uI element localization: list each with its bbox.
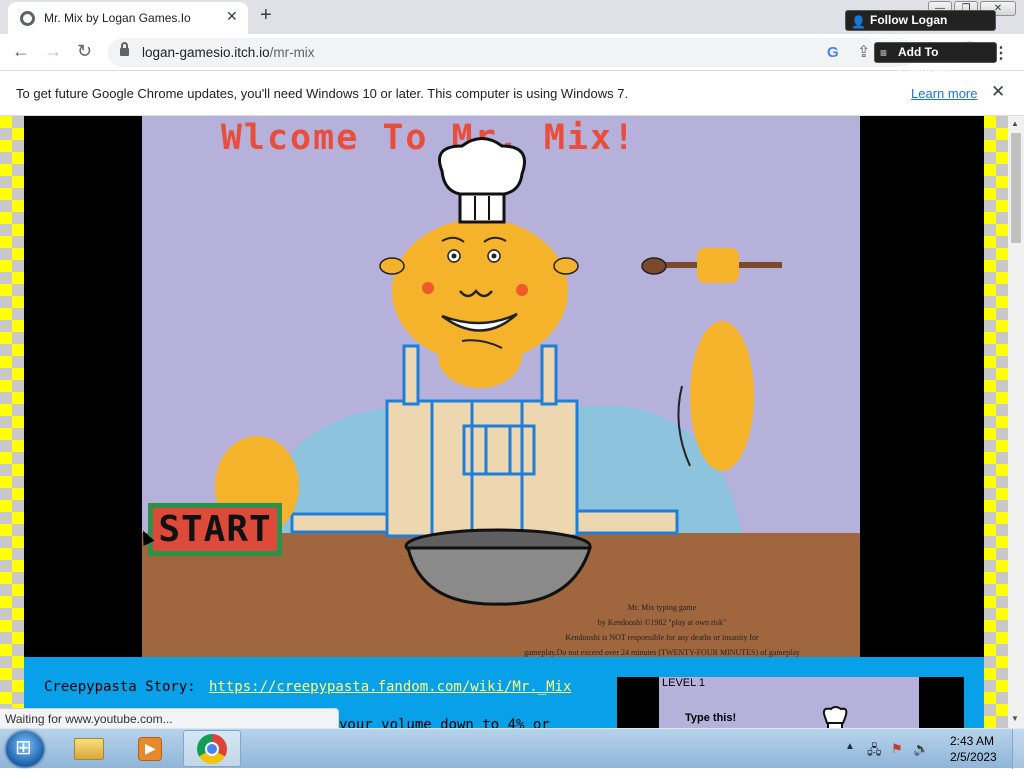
preview-canvas: LEVEL 1 Type this! bbox=[659, 677, 919, 728]
taskbar-media-player[interactable] bbox=[121, 730, 179, 767]
page-content: Wlcome To Mr. Mix! START Mr. Mix typing … bbox=[0, 116, 1008, 728]
scroll-up-arrow-icon[interactable]: ▲ bbox=[1011, 119, 1019, 128]
url-text[interactable]: logan-gamesio.itch.io/mr-mix bbox=[142, 45, 315, 60]
game-credits: Mr. Mix typing game by Kendooshi ©1982 "… bbox=[462, 600, 860, 657]
infobar-message: To get future Google Chrome updates, you… bbox=[16, 86, 629, 101]
infobar-close-icon[interactable]: ✕ bbox=[991, 82, 1005, 102]
show-desktop-button[interactable] bbox=[1012, 729, 1024, 769]
page-scrollbar[interactable]: ▲ ▼ bbox=[1008, 116, 1024, 728]
volume-icon[interactable]: 🔊 bbox=[913, 741, 929, 757]
update-infobar: To get future Google Chrome updates, you… bbox=[0, 71, 1024, 116]
clock-time[interactable]: 2:43 AM bbox=[950, 734, 994, 748]
credits-line: gameplay.Do not exceed over 24 minutes (… bbox=[524, 648, 800, 657]
back-arrow-icon[interactable]: ← bbox=[12, 41, 30, 62]
credits-line: Kendooshi is NOT responsible for any dea… bbox=[565, 633, 759, 642]
address-bar[interactable]: logan-gamesio.itch.io/mr-mix G ⇪ ☆ bbox=[108, 38, 916, 67]
credits-line: Mr. Mix typing game bbox=[627, 603, 697, 612]
game-canvas[interactable]: Wlcome To Mr. Mix! START Mr. Mix typing … bbox=[142, 116, 860, 657]
chef-hat-icon bbox=[822, 706, 848, 728]
media-player-icon bbox=[138, 737, 162, 761]
browser-tab[interactable]: Mr. Mix by Logan Games.Io ✕ bbox=[8, 2, 248, 34]
playlist-add-icon: ≡ bbox=[880, 46, 888, 60]
reload-icon[interactable]: ↻ bbox=[77, 41, 92, 62]
game-frame: Wlcome To Mr. Mix! START Mr. Mix typing … bbox=[24, 116, 984, 657]
volume-instruction-text: your volume down to 4% or bbox=[339, 717, 550, 728]
taskbar-file-explorer[interactable] bbox=[60, 730, 118, 767]
status-bubble: Waiting for www.youtube.com... bbox=[0, 708, 339, 728]
add-to-collection-button[interactable]: ≡ Add To Collection bbox=[874, 42, 997, 78]
lock-icon[interactable] bbox=[120, 42, 129, 57]
tab-title: Mr. Mix by Logan Games.Io bbox=[44, 11, 191, 25]
start-button[interactable]: START bbox=[148, 503, 282, 556]
mr-mix-illustration bbox=[142, 137, 860, 657]
url-host: logan-gamesio.itch.io bbox=[142, 45, 270, 60]
follow-creator-button[interactable]: 👤 Follow Logan Games.Io bbox=[845, 10, 996, 46]
credits-line: by Kendooshi ©1982 "play at own risk" bbox=[597, 618, 727, 627]
scroll-down-arrow-icon[interactable]: ▼ bbox=[1011, 714, 1019, 723]
preview-level-label: LEVEL 1 bbox=[662, 677, 706, 689]
url-path: /mr-mix bbox=[269, 45, 315, 60]
scroll-thumb[interactable] bbox=[1011, 133, 1021, 243]
add-person-icon: 👤 bbox=[851, 15, 866, 29]
windows-taskbar: ▲ 🖧 ⚑ 🔊 2:43 AM 2/5/2023 bbox=[0, 728, 1024, 769]
clock-date[interactable]: 2/5/2023 bbox=[950, 750, 997, 764]
windows-start-button[interactable] bbox=[6, 731, 44, 767]
learn-more-link[interactable]: Learn more bbox=[911, 86, 977, 101]
new-tab-button[interactable]: + bbox=[260, 4, 272, 27]
creepypasta-story-link[interactable]: https://creepypasta.fandom.com/wiki/Mr._… bbox=[209, 679, 571, 695]
tray-expand-icon[interactable]: ▲ bbox=[845, 741, 855, 752]
gameplay-preview-image: LEVEL 1 Type this! bbox=[617, 677, 964, 728]
forward-arrow-icon[interactable]: → bbox=[44, 41, 62, 62]
collection-button-label: Add To Collection bbox=[898, 45, 957, 78]
network-icon[interactable]: 🖧 bbox=[867, 741, 882, 763]
action-center-icon[interactable]: ⚑ bbox=[891, 741, 903, 757]
folder-icon bbox=[74, 738, 104, 760]
globe-icon bbox=[20, 11, 35, 26]
story-label: Creepypasta Story: bbox=[44, 679, 196, 695]
preview-prompt: Type this! bbox=[685, 712, 737, 724]
taskbar-chrome[interactable] bbox=[183, 730, 241, 767]
chrome-icon bbox=[197, 734, 227, 764]
start-button-label: START bbox=[153, 508, 277, 551]
share-icon[interactable]: ⇪ bbox=[857, 42, 870, 62]
google-lens-icon[interactable]: G bbox=[827, 44, 839, 61]
tab-close-icon[interactable]: ✕ bbox=[226, 8, 238, 25]
